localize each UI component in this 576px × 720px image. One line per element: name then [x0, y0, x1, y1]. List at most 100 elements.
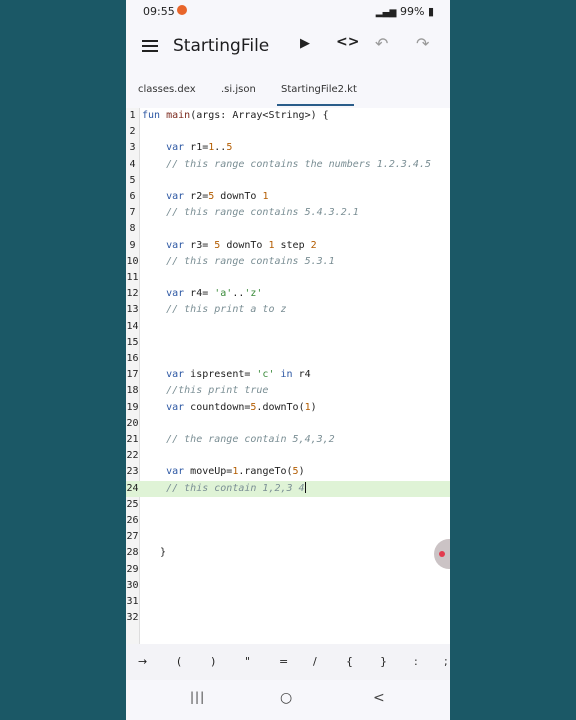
line-number: 6 — [129, 191, 136, 202]
code-line[interactable]: 5 — [126, 173, 450, 189]
status-right: ▂▄▆ 99% ▮ — [376, 5, 434, 18]
code-line[interactable]: 13 // this print a to z — [126, 302, 450, 318]
notification-icon — [177, 5, 187, 15]
line-number: 27 — [126, 531, 139, 543]
code-line[interactable]: 1 fun main(args: Array<String>) { — [126, 108, 450, 124]
code-text[interactable]: var countdown=5.downTo(1) — [142, 400, 317, 416]
tab-classes-dex[interactable]: classes.dex — [138, 84, 196, 95]
line-number: 7 — [129, 207, 136, 219]
redo-icon[interactable]: ↷ — [416, 34, 429, 53]
back-icon[interactable]: < — [373, 690, 385, 706]
code-line[interactable]: 27 — [126, 529, 450, 545]
line-number: 3 — [129, 142, 136, 154]
code-text[interactable]: var r1=1..5 — [142, 140, 232, 156]
line-number: 28 — [126, 547, 139, 559]
code-text[interactable]: //this print true — [142, 383, 268, 399]
file-tabs: classes.dex .si.json StartingFile2.kt — [126, 78, 450, 106]
code-line[interactable]: 19 var countdown=5.downTo(1) — [126, 400, 450, 416]
home-icon[interactable]: ○ — [280, 690, 292, 706]
phone-screen: 09:55 ▂▄▆ 99% ▮ StartingFile ▶ <> ↶ ↷ cl… — [126, 0, 450, 720]
code-line[interactable]: 20 — [126, 416, 450, 432]
code-line[interactable]: 10 // this range contains 5.3.1 — [126, 254, 450, 270]
line-number: 18 — [126, 385, 139, 397]
code-icon[interactable]: <> — [336, 34, 359, 50]
line-number: 20 — [126, 417, 139, 429]
line-number: 16 — [126, 353, 139, 364]
code-line[interactable]: 2 — [126, 124, 450, 140]
code-line[interactable]: 17 var ispresent= 'c' in r4 — [126, 367, 450, 383]
code-line[interactable]: 31 — [126, 594, 450, 610]
symbol-equals[interactable]: = — [279, 655, 288, 668]
code-text[interactable]: var moveUp=1.rangeTo(5) — [142, 464, 305, 480]
code-line[interactable]: 6 var r2=5 downTo 1 — [126, 189, 450, 205]
symbol-close-paren[interactable]: ) — [211, 655, 215, 668]
line-number: 8 — [129, 223, 136, 235]
symbol-open-brace[interactable]: { — [346, 655, 353, 668]
code-text[interactable]: // the range contain 5,4,3,2 — [142, 432, 335, 448]
code-text[interactable]: var r4= 'a'..'z' — [142, 286, 262, 302]
code-text[interactable]: var r2=5 downTo 1 — [142, 189, 268, 205]
code-line[interactable]: 30 — [126, 578, 450, 594]
line-number: 13 — [126, 304, 139, 316]
code-line[interactable]: 18 //this print true — [126, 383, 450, 399]
status-time: 09:55 — [143, 5, 175, 18]
tab-startingfile2-kt[interactable]: StartingFile2.kt — [281, 84, 357, 95]
recents-icon[interactable]: ||| — [190, 690, 205, 704]
line-number: 19 — [126, 401, 139, 413]
line-number: 32 — [126, 612, 139, 624]
code-line[interactable]: 16 — [126, 351, 450, 367]
code-line[interactable]: 14 — [126, 319, 450, 335]
code-line[interactable]: 21 // the range contain 5,4,3,2 — [126, 432, 450, 448]
code-text[interactable]: // this range contains 5.4.3.2.1 — [142, 205, 359, 221]
code-line[interactable]: 25 — [126, 497, 450, 513]
line-number: 12 — [126, 288, 139, 300]
signal-icon: ▂▄▆ — [375, 8, 397, 18]
code-line[interactable]: 12 var r4= 'a'..'z' — [126, 286, 450, 302]
symbol-close-brace[interactable]: } — [380, 655, 387, 668]
line-number: 31 — [126, 596, 139, 607]
symbol-slash[interactable]: / — [313, 655, 317, 668]
code-line[interactable]: 4 // this range contains the numbers 1.2… — [126, 157, 450, 173]
line-number: 1 — [129, 110, 136, 121]
code-text[interactable]: // this print a to z — [142, 302, 286, 318]
symbol-colon[interactable]: : — [414, 655, 418, 668]
code-text[interactable]: var ispresent= 'c' in r4 — [142, 367, 311, 383]
code-line[interactable]: 8 — [126, 221, 450, 237]
symbol-open-paren[interactable]: ( — [177, 655, 181, 668]
code-line[interactable]: 11 — [126, 270, 450, 286]
undo-icon[interactable]: ↶ — [375, 34, 388, 53]
code-text[interactable]: // this contain 1,2,3 4 — [142, 481, 306, 497]
line-number: 17 — [126, 369, 139, 381]
code-line[interactable]: 9 var r3= 5 downTo 1 step 2 — [126, 238, 450, 254]
file-title: StartingFile — [173, 36, 270, 56]
code-text[interactable]: } — [142, 545, 166, 561]
code-line[interactable]: 32 — [126, 610, 450, 626]
run-icon[interactable]: ▶ — [300, 36, 310, 51]
system-nav-bar: ||| ○ < — [126, 680, 450, 720]
line-number: 23 — [126, 466, 139, 478]
code-line[interactable]: 3 var r1=1..5 — [126, 140, 450, 156]
code-text[interactable]: var r3= 5 downTo 1 step 2 — [142, 238, 317, 254]
status-bar: 09:55 ▂▄▆ 99% ▮ — [126, 0, 450, 24]
line-number: 2 — [129, 126, 136, 138]
code-editor[interactable]: 1 fun main(args: Array<String>) {2 3 var r… — [126, 108, 450, 644]
code-line[interactable]: 28 } — [126, 545, 450, 561]
code-text[interactable]: // this range contains the numbers 1.2.3… — [142, 157, 431, 173]
line-number: 29 — [126, 563, 139, 575]
line-number: 4 — [129, 158, 136, 170]
code-line[interactable]: 15 — [126, 335, 450, 351]
code-line[interactable]: 24 // this contain 1,2,3 4 — [126, 480, 450, 497]
code-text[interactable]: fun main(args: Array<String>) { — [142, 108, 329, 124]
tab-si-json[interactable]: .si.json — [221, 84, 256, 95]
code-line[interactable]: 29 — [126, 562, 450, 578]
menu-icon[interactable] — [142, 40, 158, 52]
symbol-arrow[interactable]: → — [138, 655, 147, 668]
line-number: 5 — [129, 174, 136, 186]
code-line[interactable]: 23 var moveUp=1.rangeTo(5) — [126, 464, 450, 480]
code-text[interactable]: // this range contains 5.3.1 — [142, 254, 335, 270]
code-line[interactable]: 26 — [126, 513, 450, 529]
code-line[interactable]: 7 // this range contains 5.4.3.2.1 — [126, 205, 450, 221]
code-line[interactable]: 22 — [126, 448, 450, 464]
symbol-semicolon[interactable]: ; — [444, 655, 448, 668]
symbol-quote[interactable]: " — [245, 655, 250, 668]
